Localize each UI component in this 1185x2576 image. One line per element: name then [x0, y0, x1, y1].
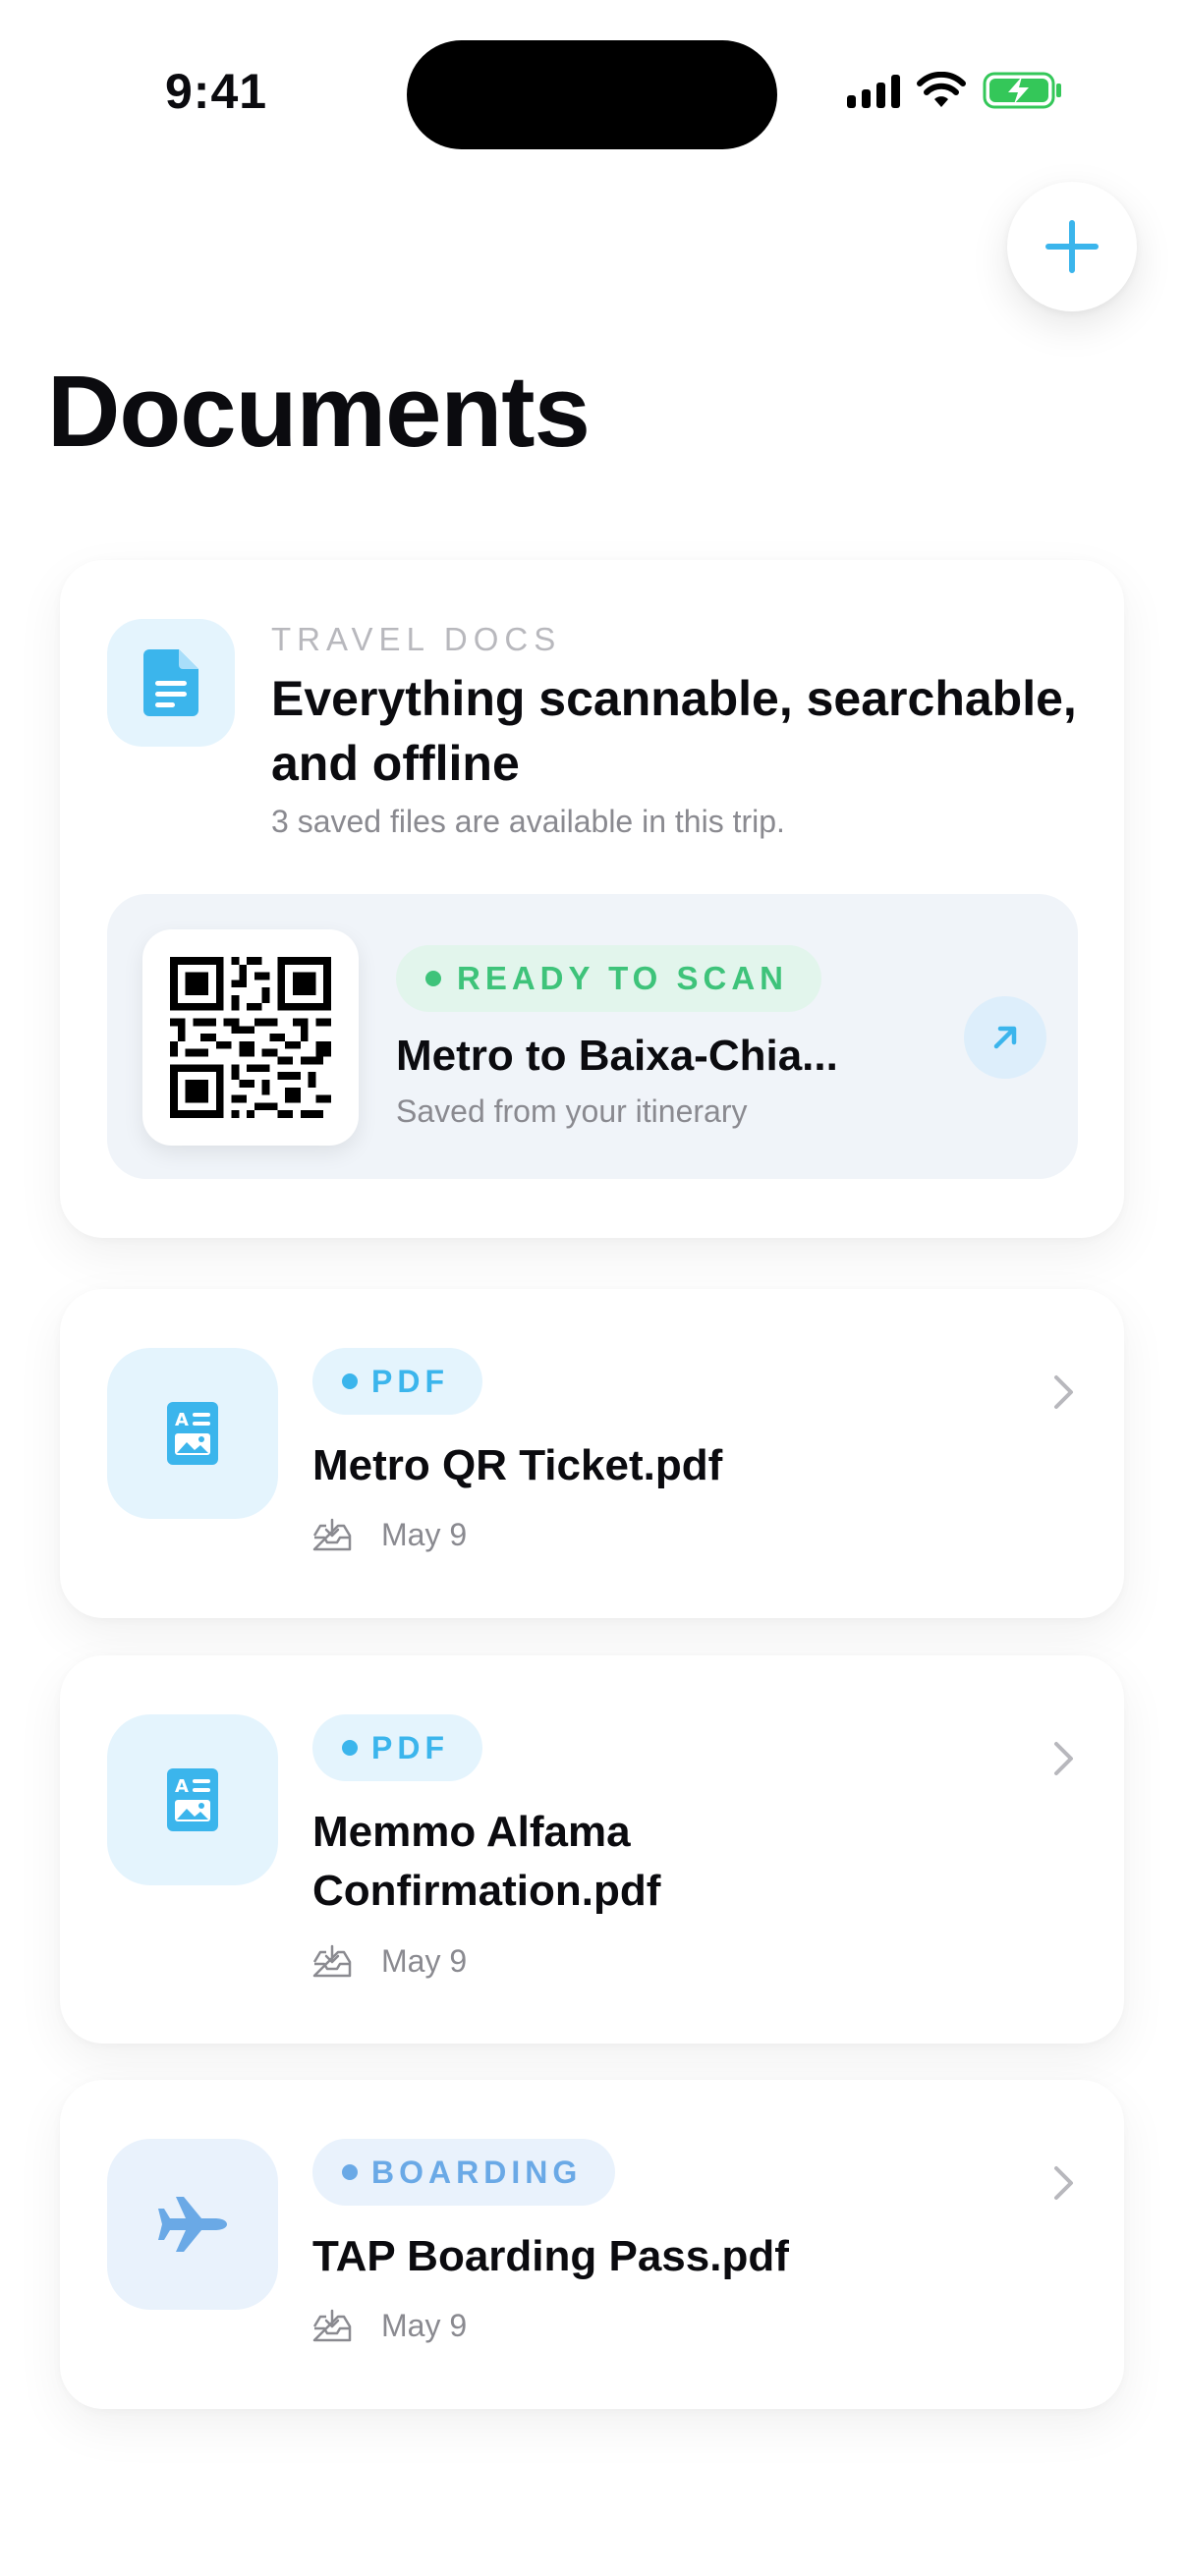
file-card[interactable]: BOARDING TAP Boarding Pass.pdf May 9 — [60, 2080, 1124, 2409]
file-meta: May 9 — [312, 2308, 467, 2344]
chevron-right-icon — [1054, 1742, 1073, 1775]
file-date: May 9 — [381, 1943, 468, 1979]
badge-dot — [342, 2164, 358, 2180]
document-icon — [107, 619, 235, 747]
dynamic-island — [407, 40, 777, 149]
status-dot — [425, 971, 441, 986]
qr-code-icon — [170, 957, 331, 1118]
file-meta: May 9 — [312, 1943, 467, 1980]
chevron-right-icon — [1054, 1375, 1073, 1409]
file-meta: May 9 — [312, 1517, 467, 1553]
file-type-label: BOARDING — [371, 2154, 583, 2190]
hero-title: Everything scannable, searchable, and of… — [271, 671, 1077, 791]
status-icons — [847, 71, 1063, 110]
battery-charging-icon — [983, 72, 1061, 109]
hero-subtitle: 3 saved files are available in this trip… — [271, 804, 785, 839]
ready-to-scan-label: READY TO SCAN — [457, 960, 788, 996]
ready-to-scan-badge: READY TO SCAN — [396, 945, 821, 1012]
scan-title: Metro to Baixa-Chia... — [396, 1032, 838, 1080]
airplane-icon — [107, 2139, 278, 2310]
travel-docs-card: TRAVEL DOCS Everything scannable, search… — [60, 560, 1124, 1238]
tray-download-icon — [312, 1518, 352, 1550]
wifi-icon — [917, 72, 966, 107]
image-document-icon: A — [107, 1714, 278, 1885]
file-card[interactable]: A PDF Memmo Alfama Confirmation.pdf May … — [60, 1655, 1124, 2044]
file-name: Memmo Alfama Confirmation.pdf — [312, 1808, 661, 1915]
tray-download-icon — [312, 2309, 352, 2341]
file-type-label: PDF — [371, 1363, 449, 1399]
badge-dot — [342, 1373, 358, 1389]
cellular-signal-icon — [847, 73, 900, 108]
file-date: May 9 — [381, 1517, 468, 1552]
file-date: May 9 — [381, 2308, 468, 2343]
scan-subtitle: Saved from your itinerary — [396, 1093, 748, 1129]
file-name: Metro QR Ticket.pdf — [312, 1441, 723, 1489]
add-document-button[interactable] — [1007, 182, 1137, 311]
tray-download-icon — [312, 1944, 352, 1977]
arrow-up-right-icon — [993, 1026, 1017, 1049]
svg-text:A: A — [175, 1410, 189, 1430]
file-type-badge: PDF — [312, 1714, 482, 1781]
file-type-badge: PDF — [312, 1348, 482, 1415]
svg-text:A: A — [175, 1776, 189, 1797]
file-type-label: PDF — [371, 1729, 449, 1765]
status-time: 9:41 — [165, 64, 268, 119]
file-card[interactable]: A PDF Metro QR Ticket.pdf May 9 — [60, 1289, 1124, 1618]
ready-to-scan-row[interactable]: READY TO SCAN Metro to Baixa-Chia... Sav… — [107, 894, 1078, 1179]
qr-code-thumbnail — [142, 929, 359, 1146]
section-label: TRAVEL DOCS — [271, 621, 562, 657]
file-type-badge: BOARDING — [312, 2139, 616, 2206]
page-title: Documents — [47, 355, 591, 468]
image-document-icon: A — [107, 1348, 278, 1519]
chevron-right-icon — [1054, 2166, 1073, 2200]
open-scan-button[interactable] — [964, 996, 1046, 1079]
plus-icon — [1045, 220, 1099, 273]
badge-dot — [342, 1740, 358, 1756]
file-name: TAP Boarding Pass.pdf — [312, 2232, 789, 2280]
